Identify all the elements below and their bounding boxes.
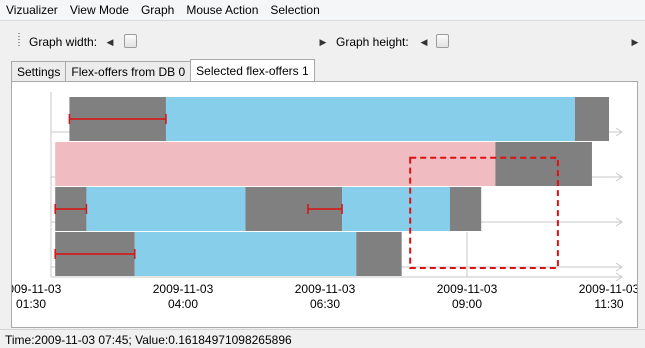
flex-offer-blue-segment xyxy=(134,232,357,276)
flex-offer-pink-segment xyxy=(55,142,496,186)
x-tick-date-label: 2009-11-03 xyxy=(437,282,498,296)
x-tick-time-label: 09:00 xyxy=(452,297,482,311)
graph-width-left-arrow-icon[interactable]: ◀ xyxy=(105,35,115,49)
menu-vizualizer[interactable]: Vizualizer xyxy=(0,0,64,20)
menu-mouse-action[interactable]: Mouse Action xyxy=(180,0,264,20)
graph-width-right-arrow-icon[interactable]: ▶ xyxy=(318,35,328,49)
graph-height-left-arrow-icon[interactable]: ◀ xyxy=(419,35,429,49)
flex-offer-gray-segment xyxy=(574,97,609,141)
tab-selected-flex-offers[interactable]: Selected flex-offers 1 xyxy=(190,59,315,81)
graph-width-label: Graph width: xyxy=(29,35,98,49)
flex-offer-gray-segment xyxy=(356,232,402,276)
toolbar: Graph width: ◀ ▶ Graph height: ◀ ▶ xyxy=(0,21,645,57)
toolbar-grip[interactable] xyxy=(18,33,20,47)
graph-height-label: Graph height: xyxy=(336,35,409,49)
x-tick-time-label: 06:30 xyxy=(310,297,340,311)
x-tick-time-label: 11:30 xyxy=(594,297,623,311)
flex-offer-blue-segment xyxy=(165,97,575,141)
flex-offer-blue-segment xyxy=(86,187,246,231)
status-text: Time:2009-11-03 07:45; Value:0.161849710… xyxy=(5,333,292,347)
x-tick-date-label: 2009-11-03 xyxy=(579,282,637,296)
tab-strip: Settings Flex-offers from DB 0 Selected … xyxy=(11,59,315,81)
flex-offer-blue-segment xyxy=(342,187,450,231)
menu-view-mode[interactable]: View Mode xyxy=(64,0,135,20)
graph-width-slider-thumb[interactable] xyxy=(124,34,137,48)
menu-selection[interactable]: Selection xyxy=(264,0,325,20)
status-bar: Time:2009-11-03 07:45; Value:0.161849710… xyxy=(0,329,645,348)
graph-height-slider-thumb[interactable] xyxy=(436,34,449,48)
flex-offer-chart[interactable]: 2009-11-0301:302009-11-0304:002009-11-03… xyxy=(12,82,637,327)
x-tick-time-label: 01:30 xyxy=(16,297,46,311)
x-tick-date-label: 2009-11-03 xyxy=(153,282,214,296)
tab-settings[interactable]: Settings xyxy=(11,61,67,81)
flex-offer-gray-segment xyxy=(449,187,482,231)
graph-height-right-arrow-icon[interactable]: ▶ xyxy=(630,35,640,49)
chart-panel[interactable]: 2009-11-0301:302009-11-0304:002009-11-03… xyxy=(11,81,638,328)
tab-flex-offers-db[interactable]: Flex-offers from DB 0 xyxy=(65,61,192,81)
menu-bar: Vizualizer View Mode Graph Mouse Action … xyxy=(0,0,645,21)
flex-offer-gray-segment xyxy=(495,142,592,186)
menu-graph[interactable]: Graph xyxy=(135,0,180,20)
x-tick-date-label: 2009-11-03 xyxy=(12,282,62,296)
x-tick-date-label: 2009-11-03 xyxy=(295,282,356,296)
x-tick-time-label: 04:00 xyxy=(168,297,198,311)
